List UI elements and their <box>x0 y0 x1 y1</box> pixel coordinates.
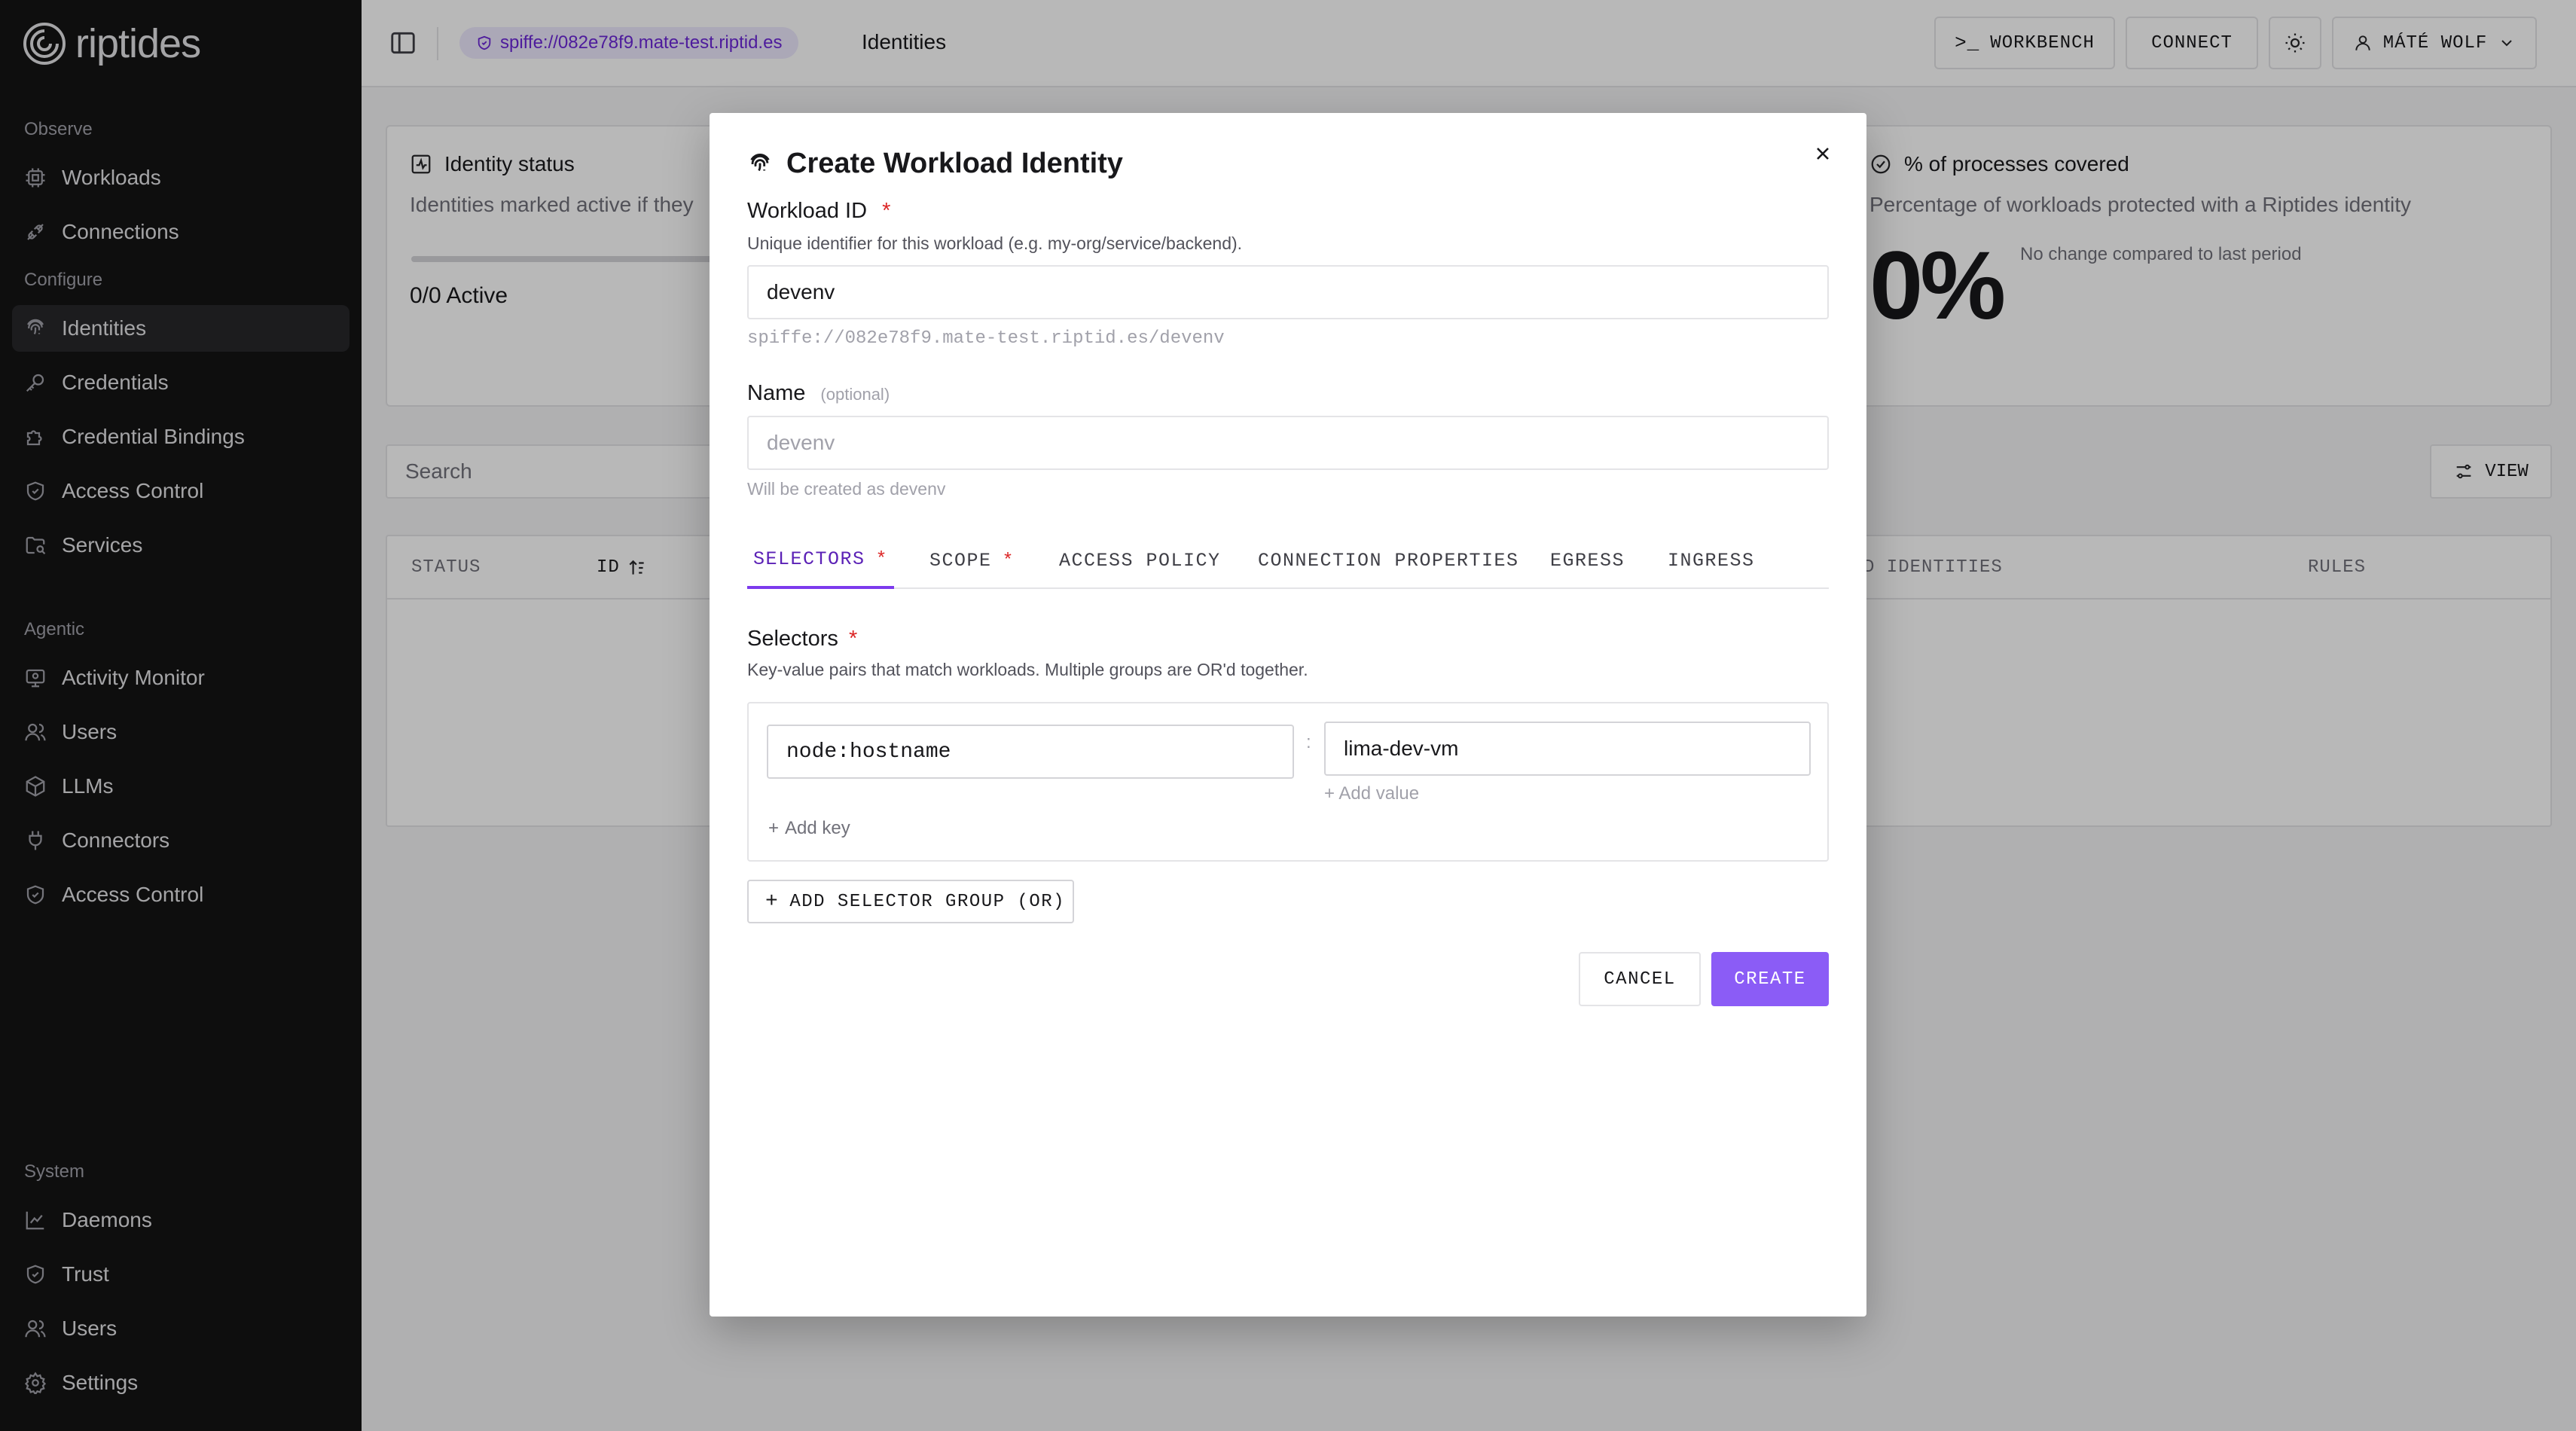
tab-label: SCOPE <box>929 549 992 572</box>
name-label: Name (optional) <box>747 381 890 406</box>
cancel-button[interactable]: CANCEL <box>1579 952 1701 1006</box>
add-selector-group-label: ADD SELECTOR GROUP (OR) <box>789 891 1066 912</box>
selector-key-input[interactable]: node:hostname <box>767 725 1294 779</box>
tab-connection-properties[interactable]: CONNECTION PROPERTIES <box>1258 532 1519 589</box>
dialog-title-text: Create Workload Identity <box>786 148 1123 179</box>
tab-selectors[interactable]: SELECTORS * <box>747 532 895 589</box>
close-button[interactable] <box>1806 137 1839 170</box>
tab-label: SELECTORS <box>753 548 865 570</box>
plus-icon: + <box>765 889 780 914</box>
name-input[interactable]: devenv <box>747 416 1829 470</box>
selectors-label-text: Selectors <box>747 627 838 651</box>
dialog-title: Create Workload Identity <box>747 148 1123 180</box>
workload-id-label-text: Workload ID <box>747 199 868 223</box>
selector-group: node:hostname : lima-dev-vm + Add value … <box>747 702 1829 862</box>
tab-ingress[interactable]: INGRESS <box>1668 532 1755 589</box>
add-value-link[interactable]: + Add value <box>1324 783 1419 804</box>
tab-egress[interactable]: EGRESS <box>1550 532 1625 589</box>
dialog-tabs: SELECTORS * SCOPE * ACCESS POLICY CONNEC… <box>747 532 1829 589</box>
tab-scope[interactable]: SCOPE * <box>929 532 1015 589</box>
name-help: Will be created as devenv <box>747 479 946 499</box>
close-icon <box>1817 148 1829 160</box>
workload-id-help: Unique identifier for this workload (e.g… <box>747 233 1243 253</box>
add-selector-group-button[interactable]: + ADD SELECTOR GROUP (OR) <box>747 880 1074 923</box>
optional-marker: (optional) <box>820 385 890 404</box>
create-workload-identity-dialog: Create Workload Identity Workload ID * U… <box>710 113 1866 1317</box>
required-marker: * <box>875 548 889 570</box>
selector-value-input[interactable]: lima-dev-vm <box>1324 722 1811 776</box>
add-key-link[interactable]: + Add key <box>768 818 850 839</box>
tab-access-policy[interactable]: ACCESS POLICY <box>1059 532 1221 589</box>
name-label-text: Name <box>747 381 806 405</box>
required-marker: * <box>848 627 858 651</box>
selector-separator: : <box>1306 732 1311 752</box>
fingerprint-icon <box>750 153 770 171</box>
selectors-help: Key-value pairs that match workloads. Mu… <box>747 660 1308 679</box>
create-button[interactable]: CREATE <box>1711 952 1829 1006</box>
selectors-label: Selectors * <box>747 627 857 651</box>
plus-icon: + <box>768 818 780 838</box>
workload-id-input[interactable]: devenv <box>747 265 1829 319</box>
workload-id-label: Workload ID * <box>747 199 890 224</box>
required-marker: * <box>1002 549 1015 572</box>
spiffe-id-preview: spiffe://082e78f9.mate-test.riptid.es/de… <box>747 328 1225 349</box>
required-marker: * <box>882 199 891 223</box>
add-key-label: Add key <box>785 818 850 838</box>
